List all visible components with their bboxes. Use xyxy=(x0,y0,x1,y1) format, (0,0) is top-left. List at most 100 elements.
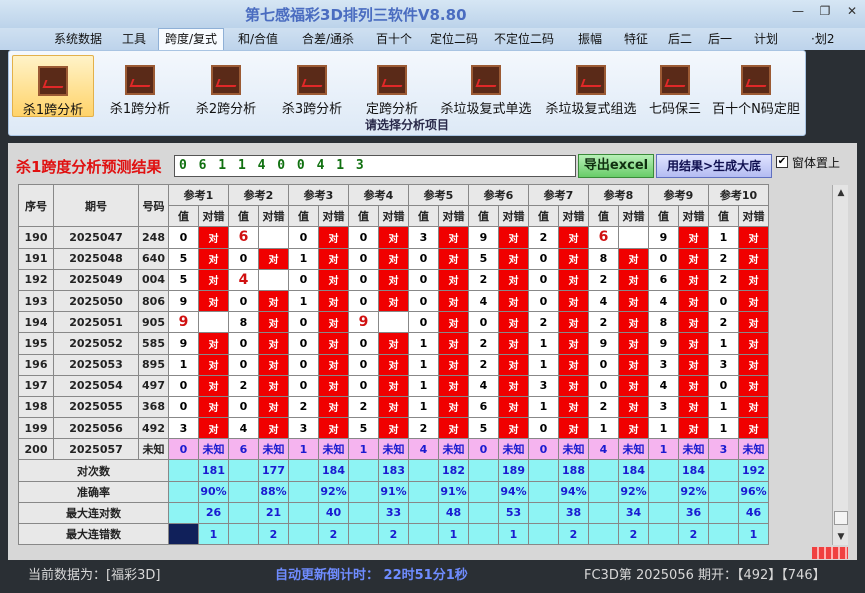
col-header-ref: 参考10 xyxy=(708,183,769,207)
result-title: 杀1跨度分析预测结果 xyxy=(16,158,162,176)
stats-spacer xyxy=(588,480,619,503)
check-cell-ok: 对 xyxy=(498,395,529,419)
value-cell: 1 xyxy=(528,332,559,355)
stats-label: 准确率 xyxy=(18,480,169,503)
menu-item-3[interactable]: 和/合值 xyxy=(232,30,284,49)
value-cell: 3 xyxy=(288,417,319,440)
check-cell-ok: 对 xyxy=(318,332,349,355)
table-row[interactable]: 192 2025049 004 5 对 4 0 对 0 对 0 对 2 对 0 对 2 对 6 对 2 对 xyxy=(18,268,769,291)
stats-value: 189 xyxy=(498,459,529,482)
ribbon-button-7[interactable]: 七码保三 xyxy=(643,55,707,117)
table-row[interactable]: 196 2025053 895 1 对 0 对 0 对 0 对 1 对 2 对 1 对 0 对 3 对 3 对 xyxy=(18,353,769,376)
ribbon-button-2[interactable]: 杀2跨分析 xyxy=(185,55,267,117)
scroll-up-icon[interactable]: ▲ xyxy=(833,185,849,201)
result-output-field[interactable]: 0 6 1 1 4 0 0 4 1 3 xyxy=(174,155,576,177)
menu-item-1[interactable]: 工具 xyxy=(116,30,152,49)
scroll-down-icon[interactable]: ▼ xyxy=(833,529,849,545)
pending-row[interactable]: 200 2025057 未知 0 未知 6 未知 1 未知 1 未知 4 未知 0 未知 0 未知 4 未知 1 未知 3… xyxy=(18,438,769,461)
stats-spacer xyxy=(468,501,499,525)
ribbon-button-5[interactable]: 杀垃圾复式单选 xyxy=(434,55,538,117)
pin-window-checkbox[interactable]: ✔ xyxy=(776,156,788,168)
table-row[interactable]: 194 2025051 905 9 8 对 0 对 9 0 对 0 对 2 对 2 对 8 对 2 对 xyxy=(18,311,769,334)
analysis-ribbon: 请选择分析项目 杀1跨分析 杀1跨分析 杀2跨分析 杀3跨分析 定跨分析 杀垃圾复式单选杀… xyxy=(8,50,806,136)
check-cell-ok: 对 xyxy=(738,353,769,376)
menu-item-8[interactable]: 振幅 xyxy=(572,30,608,49)
check-cell-ok: 对 xyxy=(618,395,649,419)
menu-item-10[interactable]: 后二 xyxy=(662,30,698,49)
menu-item-0[interactable]: 系统数据 xyxy=(48,30,108,49)
stats-value: 33 xyxy=(378,501,409,525)
check-cell-ok: 对 xyxy=(258,395,289,419)
check-cell-ok: 对 xyxy=(498,247,529,270)
value-cell: 3 xyxy=(648,353,679,376)
check-cell-miss xyxy=(258,226,289,249)
value-cell: 0 xyxy=(168,226,199,249)
stats-spacer xyxy=(288,501,319,525)
check-cell-ok: 对 xyxy=(318,289,349,313)
table-row[interactable]: 199 2025056 492 3 对 4 对 3 对 5 对 2 对 5 对 0 对 1 对 1 对 1 对 xyxy=(18,417,769,440)
code-cell: 640 xyxy=(138,247,169,270)
value-cell: 1 xyxy=(348,438,379,461)
menu-item-9[interactable]: 特征 xyxy=(618,30,654,49)
menu-item-2[interactable]: 跨度/复式 xyxy=(158,28,225,50)
scroll-thumb[interactable] xyxy=(834,511,848,525)
stats-spacer xyxy=(408,459,439,482)
table-row[interactable]: 197 2025054 497 0 对 2 对 0 对 0 对 1 对 4 对 3 对 0 对 4 对 0 对 xyxy=(18,374,769,397)
menu-item-11[interactable]: 后一 xyxy=(702,30,738,49)
restore-icon[interactable]: ❐ xyxy=(815,4,835,20)
stats-value: 94% xyxy=(558,480,589,503)
table-row[interactable]: 191 2025048 640 5 对 0 对 1 对 0 对 0 对 5 对 0 对 8 对 0 对 2 对 xyxy=(18,247,769,270)
check-cell-ok: 对 xyxy=(678,226,709,249)
ribbon-button-0[interactable]: 杀1跨分析 xyxy=(12,55,94,118)
stats-spacer xyxy=(648,522,679,546)
ribbon-button-3[interactable]: 杀3跨分析 xyxy=(271,55,353,117)
value-cell: 9 xyxy=(648,332,679,355)
stats-value: 2 xyxy=(318,522,349,546)
ribbon-button-8[interactable]: 百十个N码定胆 xyxy=(709,55,803,117)
chart-icon xyxy=(377,65,407,95)
stats-value: 2 xyxy=(258,522,289,546)
stats-label: 对次数 xyxy=(18,459,169,482)
close-icon[interactable]: ✕ xyxy=(842,4,862,20)
ribbon-button-label: 杀2跨分析 xyxy=(195,102,257,117)
value-cell: 2 xyxy=(708,247,739,270)
menu-item-12[interactable]: 计划 xyxy=(748,30,784,49)
stats-spacer xyxy=(228,522,259,546)
table-row[interactable]: 190 2025047 248 0 对 6 0 对 0 对 3 对 9 对 2 对 6 9 对 1 对 xyxy=(18,226,769,249)
export-excel-button[interactable]: 导出excel xyxy=(578,154,654,178)
generate-base-button[interactable]: 用结果>生成大底 xyxy=(656,154,772,178)
check-cell-ok: 对 xyxy=(558,226,589,249)
menu-item-4[interactable]: 合差/通杀 xyxy=(296,30,360,49)
stats-value: 53 xyxy=(498,501,529,525)
menu-item-6[interactable]: 定位二码 xyxy=(424,30,484,49)
value-cell: 0 xyxy=(348,374,379,397)
check-cell-ok: 对 xyxy=(738,247,769,270)
menu-item-5[interactable]: 百十个 xyxy=(370,30,418,49)
minimize-icon[interactable]: — xyxy=(788,4,808,20)
check-cell-ok: 对 xyxy=(438,332,469,355)
value-cell: 2 xyxy=(588,395,619,419)
ribbon-button-6[interactable]: 杀垃圾复式组选 xyxy=(539,55,643,117)
menu-item-13[interactable]: ·划2 xyxy=(805,30,840,49)
value-cell: 0 xyxy=(408,247,439,270)
chart-icon xyxy=(125,65,155,95)
stats-row: 最大连错数 1 2 2 2 1 1 2 2 2 1 xyxy=(18,522,769,546)
stats-spacer xyxy=(648,480,679,503)
table-row[interactable]: 195 2025052 585 9 对 0 对 0 对 0 对 1 对 2 对 1 对 9 对 9 对 1 对 xyxy=(18,332,769,355)
stats-spacer xyxy=(168,480,199,503)
ribbon-button-label: 杀垃圾复式单选 xyxy=(440,102,532,117)
stats-value: 92% xyxy=(318,480,349,503)
check-cell-unknown: 未知 xyxy=(618,438,649,461)
ribbon-button-4[interactable]: 定跨分析 xyxy=(355,55,429,117)
table-row[interactable]: 198 2025055 368 0 对 0 对 2 对 2 对 1 对 6 对 1 对 2 对 3 对 1 对 xyxy=(18,395,769,419)
value-cell: 2 xyxy=(588,268,619,291)
issue-cell: 2025051 xyxy=(53,311,139,334)
table-row[interactable]: 193 2025050 806 9 对 0 对 1 对 0 对 0 对 4 对 0 对 4 对 4 对 0 对 xyxy=(18,289,769,313)
col-header-value: 值 xyxy=(288,205,319,228)
ribbon-button-1[interactable]: 杀1跨分析 xyxy=(99,55,181,117)
col-header-ref: 参考8 xyxy=(588,183,649,207)
menu-item-7[interactable]: 不定位二码 xyxy=(488,30,560,49)
check-cell-ok: 对 xyxy=(438,268,469,291)
table-scrollbar[interactable]: ▲ ▼ xyxy=(832,185,848,545)
stats-spacer xyxy=(708,501,739,525)
